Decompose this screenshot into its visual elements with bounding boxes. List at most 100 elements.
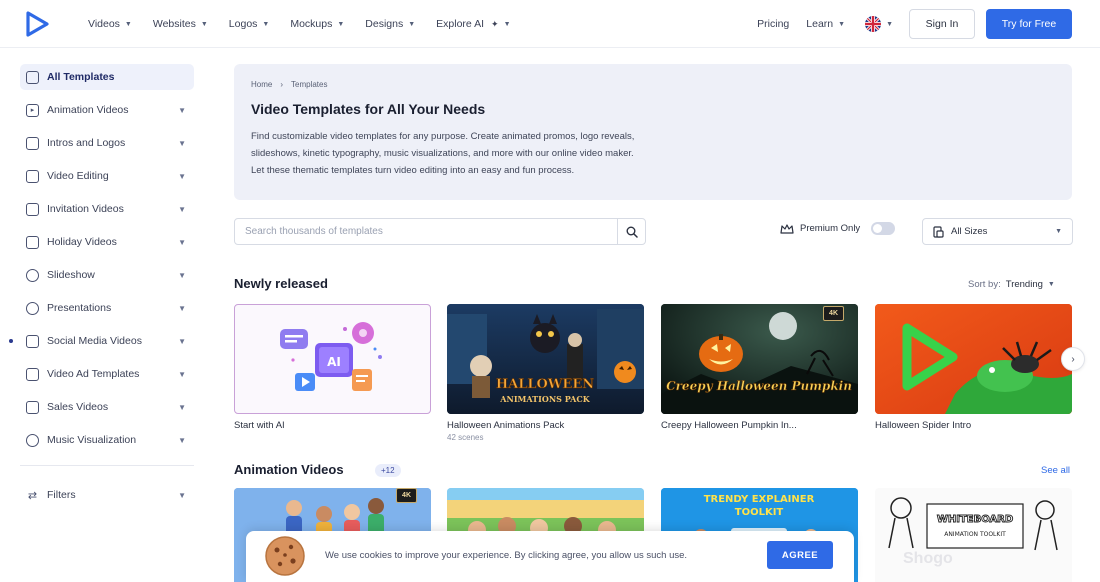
description-line: Find customizable video templates for an… (251, 131, 635, 142)
sizes-select[interactable]: All Sizes ▼ (922, 218, 1073, 245)
cookie-text: We use cookies to improve your experienc… (325, 550, 688, 561)
chevron-down-icon: ▼ (178, 105, 186, 115)
animation-icon: ▸ (26, 103, 39, 117)
sidebar-item-video-editing[interactable]: Video Editing ▼ (20, 163, 194, 189)
card-title[interactable]: Creepy Halloween Pumpkin In... (661, 420, 858, 431)
presentation-icon (26, 301, 39, 315)
template-card-creepy-halloween-pumpkin[interactable]: Creepy Halloween Pumpkin 4K (661, 304, 858, 414)
uk-flag-icon[interactable] (865, 16, 882, 32)
search-button[interactable] (617, 219, 645, 244)
hero-banner: Home › Templates Video Templates for All… (234, 64, 1072, 200)
card-subtitle: 42 scenes (447, 433, 484, 442)
section-title-newly-released: Newly released (234, 276, 328, 291)
sidebar-item-label: Invitation Videos (47, 203, 124, 215)
cookie-banner: We use cookies to improve your experienc… (246, 531, 854, 582)
brand-logo-icon[interactable] (24, 11, 50, 37)
chevron-down-icon: ▼ (408, 20, 416, 28)
chevron-down-icon: ▼ (178, 435, 186, 445)
filters-toggle[interactable]: ⇄ Filters ▼ (20, 482, 194, 508)
nav-videos-label: Videos (88, 18, 120, 30)
slideshow-icon (26, 268, 39, 282)
chevron-down-icon: ▼ (1047, 281, 1055, 288)
card-title[interactable]: Halloween Spider Intro (875, 420, 1072, 431)
sidebar-item-presentations[interactable]: Presentations ▼ (20, 295, 194, 321)
section-title-animation-videos: Animation Videos (234, 462, 344, 477)
4k-badge: 4K (396, 488, 417, 503)
sidebar-item-social-media-videos[interactable]: Social Media Videos ▼ (9, 328, 194, 354)
sidebar-item-slideshow[interactable]: Slideshow ▼ (20, 262, 194, 288)
template-card-halloween-spider-intro[interactable] (875, 304, 1072, 414)
nav-explore-ai-label: Explore AI (436, 18, 485, 30)
logo-icon (26, 136, 39, 150)
sidebar-item-label: Video Ad Templates (47, 368, 140, 380)
premium-only-filter: Premium Only (780, 222, 896, 235)
see-all-link[interactable]: See all (1041, 465, 1070, 476)
search-box (234, 218, 646, 245)
sidebar-item-label: Holiday Videos (47, 236, 117, 248)
carousel-next-button[interactable]: › (1061, 347, 1085, 371)
agree-button[interactable]: AGREE (767, 541, 833, 569)
nav-logos-label: Logos (228, 18, 258, 30)
sidebar-item-holiday-videos[interactable]: Holiday Videos ▼ (20, 229, 194, 255)
breadcrumb-separator: › (280, 80, 284, 89)
template-card-halloween-animations-pack[interactable]: HALLOWEEN ANIMATIONS PACK (447, 304, 644, 414)
nav-learn[interactable]: Learn ▼ (806, 18, 845, 30)
filter-icon: ⇄ (27, 489, 38, 502)
sidebar-item-label: Presentations (47, 302, 112, 314)
sidebar-item-label: Animation Videos (47, 104, 129, 116)
template-card-start-with-ai[interactable]: AI (234, 304, 431, 414)
search-input[interactable] (235, 219, 617, 244)
size-icon (933, 225, 944, 238)
sidebar-item-label: Video Editing (47, 170, 109, 182)
breadcrumb-home[interactable]: Home (251, 80, 272, 89)
sort-by-value: Trending (1005, 279, 1043, 290)
creepy-pumpkin-image-text: Creepy Halloween Pumpkin (666, 379, 852, 393)
sign-in-button[interactable]: Sign In (909, 9, 975, 39)
nav-pricing[interactable]: Pricing (757, 18, 789, 30)
halloween-pack-image-text: HALLOWEEN (496, 377, 594, 392)
sidebar-item-music-visualization[interactable]: Music Visualization ▼ (20, 427, 194, 453)
video-edit-icon (26, 169, 39, 183)
sort-by-control[interactable]: Sort by: Trending ▼ (968, 279, 1055, 290)
sidebar-item-sales-videos[interactable]: Sales Videos ▼ (20, 394, 194, 420)
language-chevron-icon[interactable]: ▼ (886, 21, 893, 28)
halloween-pack-image-subtext: ANIMATIONS PACK (499, 394, 590, 404)
nav-designs[interactable]: Designs ▼ (365, 18, 415, 30)
chevron-down-icon: ▼ (178, 490, 186, 500)
nav-videos[interactable]: Videos ▼ (88, 18, 132, 30)
sales-icon (26, 400, 39, 414)
chevron-down-icon: ▼ (178, 171, 186, 181)
sparkle-icon: ✦ (491, 18, 499, 29)
nav-websites[interactable]: Websites ▼ (153, 18, 208, 30)
ai-chip-text: AI (327, 355, 341, 369)
chevron-down-icon: ▼ (337, 20, 345, 28)
chevron-down-icon: ▼ (178, 237, 186, 247)
nav-explore-ai[interactable]: Explore AI ✦ ▼ (436, 18, 510, 30)
social-media-icon (26, 334, 39, 348)
sidebar-item-video-ad-templates[interactable]: Video Ad Templates ▼ (20, 361, 194, 387)
count-badge: +12 (375, 464, 401, 477)
chevron-down-icon: ▼ (503, 20, 511, 28)
premium-only-toggle[interactable] (871, 222, 896, 235)
chevron-down-icon: ▼ (178, 204, 186, 214)
crown-icon (780, 223, 794, 234)
whiteboard-image-text: WHITEBOARD (937, 514, 1013, 525)
nav-logos[interactable]: Logos ▼ (229, 18, 270, 30)
main-nav: Videos ▼ Websites ▼ Logos ▼ Mockups ▼ Design… (88, 0, 511, 48)
music-icon (26, 433, 39, 447)
card-title[interactable]: Halloween Animations Pack (447, 420, 644, 431)
chevron-down-icon: ▼ (838, 20, 846, 28)
chevron-down-icon: ▼ (178, 402, 186, 412)
4k-badge: 4K (823, 306, 844, 321)
chevron-down-icon: ▼ (178, 369, 186, 379)
card-title[interactable]: Start with AI (234, 420, 431, 431)
chevron-down-icon: ▼ (124, 20, 132, 28)
sidebar-item-all-templates[interactable]: All Templates (20, 64, 194, 90)
sidebar-item-intros-logos[interactable]: Intros and Logos ▼ (20, 130, 194, 156)
sidebar-item-animation-videos[interactable]: ▸ Animation Videos ▼ (20, 97, 194, 123)
try-for-free-button[interactable]: Try for Free (986, 9, 1072, 39)
sidebar-item-invitation-videos[interactable]: Invitation Videos ▼ (20, 196, 194, 222)
whiteboard-image-subtext: ANIMATION TOOLKIT (944, 531, 1006, 538)
nav-mockups[interactable]: Mockups ▼ (290, 18, 344, 30)
watermark: Shogo (903, 550, 953, 567)
